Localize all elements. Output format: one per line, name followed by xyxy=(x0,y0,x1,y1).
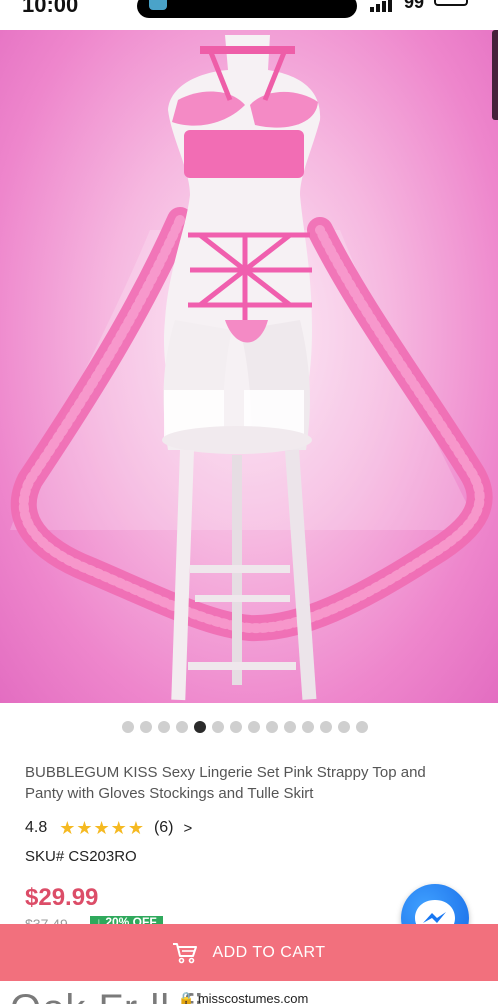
scroll-indicator xyxy=(492,30,498,120)
battery-level: 99 xyxy=(404,0,425,12)
star-icon: ★ xyxy=(110,818,127,838)
carousel-dot[interactable] xyxy=(356,721,368,733)
rating-value: 4.8 xyxy=(25,819,48,836)
carousel-dot[interactable] xyxy=(266,721,278,733)
carousel-dot[interactable] xyxy=(230,721,242,733)
section-heading-partial: Ook Fr ll fi xyxy=(10,987,204,1004)
review-count[interactable]: (6) xyxy=(154,819,174,837)
carousel-dots[interactable] xyxy=(122,721,368,733)
star-icon: ★ xyxy=(59,818,76,838)
carousel-dot[interactable] xyxy=(176,721,188,733)
current-price: $29.99 xyxy=(25,884,99,911)
battery-icon xyxy=(434,0,468,6)
star-icon: ★ xyxy=(93,818,110,838)
product-title: BUBBLEGUM KISS Sexy Lingerie Set Pink St… xyxy=(25,764,426,802)
carousel-dot[interactable] xyxy=(140,721,152,733)
rating-stars: ★ ★ ★ ★ ★ xyxy=(59,819,144,837)
dynamic-island xyxy=(137,0,357,18)
signal-icon xyxy=(370,0,392,12)
carousel-dot[interactable] xyxy=(284,721,296,733)
url-bar[interactable]: 🔒 misscostumes.com xyxy=(178,991,308,1004)
carousel-dot[interactable] xyxy=(194,721,206,733)
sku: SKU# CS203RO xyxy=(25,848,137,865)
product-photo-illustration xyxy=(10,35,493,701)
chevron-right-icon[interactable]: > xyxy=(184,820,193,837)
add-to-cart-button[interactable]: ADD TO CART xyxy=(0,924,498,981)
product-page: 10:00 99 BUBBLEGUM KISS Sexy Lingerie Se… xyxy=(0,0,498,1004)
browser-bottom-bar: Ook Fr ll fi 🔒 misscostumes.com xyxy=(0,981,498,1004)
status-bar: 10:00 99 xyxy=(0,0,498,30)
star-icon: ★ xyxy=(127,818,144,838)
status-time: 10:00 xyxy=(22,0,79,17)
carousel-dot[interactable] xyxy=(302,721,314,733)
carousel-dot[interactable] xyxy=(320,721,332,733)
app-icon xyxy=(149,0,167,10)
product-image[interactable] xyxy=(0,30,498,703)
star-icon: ★ xyxy=(76,818,93,838)
lock-icon: 🔒 xyxy=(178,991,195,1004)
add-to-cart-label: ADD TO CART xyxy=(212,943,326,961)
carousel-dot[interactable] xyxy=(212,721,224,733)
rating-row[interactable]: 4.8 ★ ★ ★ ★ ★ (6) > xyxy=(25,819,192,837)
carousel-dot[interactable] xyxy=(338,721,350,733)
cart-icon xyxy=(173,942,198,963)
carousel-dot[interactable] xyxy=(158,721,170,733)
carousel-dot[interactable] xyxy=(248,721,260,733)
url-text: misscostumes.com xyxy=(197,991,309,1004)
carousel-dot[interactable] xyxy=(122,721,134,733)
